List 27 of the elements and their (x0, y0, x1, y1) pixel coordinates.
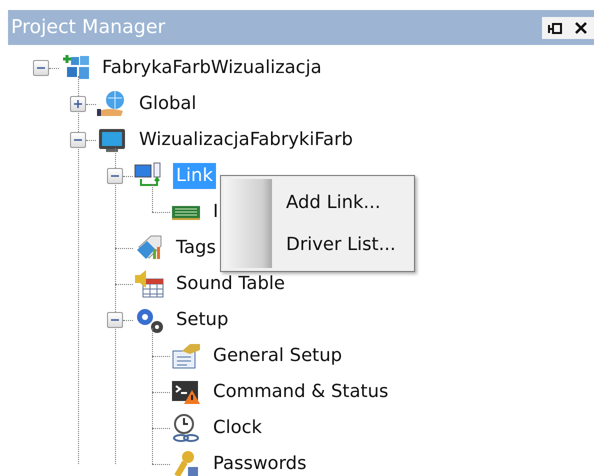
tree-item[interactable]: Sound Table (173, 270, 288, 298)
tree-item[interactable]: FabrykaFarbWizualizacja (99, 54, 325, 82)
close-button[interactable] (568, 16, 594, 38)
settings-form-icon (170, 341, 202, 371)
speaker-table-icon (133, 269, 165, 299)
tree-item[interactable]: Passwords (210, 450, 310, 476)
tree-item[interactable]: Clock (210, 414, 265, 442)
clock-chain-icon (170, 413, 202, 443)
tree-item[interactable]: Global (136, 90, 200, 118)
pin-button[interactable] (542, 16, 568, 38)
expander-button[interactable] (107, 168, 123, 184)
close-icon (574, 20, 588, 34)
expander-button[interactable] (70, 132, 86, 148)
expander-button[interactable] (70, 96, 86, 112)
tree-item[interactable]: WizualizacjaFabrykiFarb (136, 126, 356, 154)
tree-item[interactable]: General Setup (210, 342, 346, 370)
tree-item[interactable]: Command & Status (210, 378, 392, 406)
expander-button[interactable] (107, 312, 123, 328)
tree-item[interactable]: Setup (173, 306, 232, 334)
menu-item[interactable]: Driver List... (272, 230, 414, 258)
expander-button[interactable] (33, 60, 49, 76)
menu-item[interactable]: Add Link... (272, 189, 414, 216)
panel-title: Project Manager (11, 15, 166, 40)
pin-icon (547, 20, 563, 34)
tree-item[interactable]: Tags (173, 234, 219, 262)
tree-item[interactable]: I (210, 198, 222, 226)
plus-icon (73, 99, 83, 109)
